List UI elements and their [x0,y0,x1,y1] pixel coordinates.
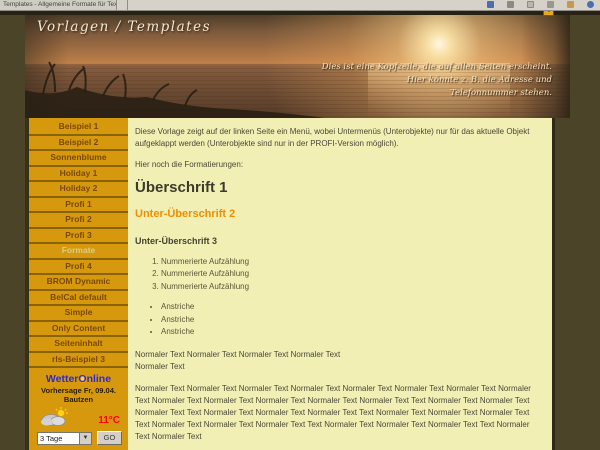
site-title: Vorlagen / Templates [37,19,211,35]
temperature: 11°C [98,415,120,426]
sidebar-item-belcal-default[interactable]: BelCal default [29,291,128,307]
brand-text: nline [87,373,112,385]
minimize-icon[interactable] [547,1,554,8]
tagline-line-2: Hier könnte z. B. die Adresse und [322,74,552,87]
numbered-list-item: Nummerierte Aufzählung [161,268,542,280]
forecast-location: Bautzen [29,395,128,404]
forecast-range-value: 3 Tage [38,433,79,444]
browser-tab-bar: Templates - Allgemeine Formate für Texte… [0,0,600,11]
go-button[interactable]: GO [97,431,122,445]
tagline-line-1: Dies ist eine Kopfzeile, die auf allen S… [322,61,552,74]
browser-tab-title: Templates - Allgemeine Formate für Texte… [3,1,117,8]
folder-icon[interactable] [567,1,574,8]
bullet-list: Anstriche Anstriche Anstriche [149,301,542,338]
sidebar-item-brom-dynamic[interactable]: BROM Dynamic [29,275,128,291]
cloud-sun-icon [39,407,71,426]
normal-text-block: Normaler Text Normaler Text Normaler Tex… [135,349,542,372]
sidebar-item-seiteninhalt[interactable]: Seiteninhalt [29,337,128,353]
sun-o-icon: O [78,374,86,386]
normal-text-paragraph: Normaler Text Normaler Text Normaler Tex… [135,383,538,443]
sidebar-menu: Beispiel 1 Beispiel 2 Sonnenblume Holida… [29,120,128,368]
browser-tab[interactable]: Templates - Allgemeine Formate für Texte… [0,0,117,10]
sidebar-item-formate[interactable]: Formate [29,244,128,260]
numbered-list: Nummerierte Aufzählung Nummerierte Aufzä… [149,256,542,293]
sidebar-item-profi-3[interactable]: Profi 3 [29,229,128,245]
bullet-list-item: Anstriche [161,326,542,338]
page-header-image: Vorlagen / Templates Dies ist eine Kopfz… [25,15,570,118]
browser-tab-stub[interactable] [114,0,128,10]
sidebar-item-rls-beispiel-3[interactable]: rls-Beispiel 3 [29,353,128,369]
sidebar-item-holiday-2[interactable]: Holiday 2 [29,182,128,198]
sidebar-item-simple[interactable]: Simple [29,306,128,322]
tagline-line-3: Telefonnummer stehen. [322,87,552,100]
layout-icon[interactable] [507,1,514,8]
sidebar-item-beispiel-1[interactable]: Beispiel 1 [29,120,128,136]
sidebar-item-beispiel-2[interactable]: Beispiel 2 [29,136,128,152]
heading-1: Überschrift 1 [135,179,542,196]
sidebar-item-only-content[interactable]: Only Content [29,322,128,338]
formats-label: Hier noch die Formatierungen: [135,160,542,169]
sidebar-item-profi-2[interactable]: Profi 2 [29,213,128,229]
sidebar-item-profi-4[interactable]: Profi 4 [29,260,128,276]
forecast-date: Vorhersage Fr, 09.04. [29,386,128,395]
sidebar-item-sonnenblume[interactable]: Sonnenblume [29,151,128,167]
normal-text-line: Normaler Text [135,362,185,371]
heading-3: Unter-Überschrift 3 [135,236,542,246]
bullet-list-item: Anstriche [161,301,542,313]
sidebar-item-profi-1[interactable]: Profi 1 [29,198,128,214]
app-icon[interactable] [487,1,494,8]
chevron-down-icon[interactable]: ▼ [79,433,91,444]
numbered-list-item: Nummerierte Aufzählung [161,281,542,293]
weather-widget: WetterOnline Vorhersage Fr, 09.04. Bautz… [29,374,128,445]
forecast-range-select[interactable]: 3 Tage ▼ [37,432,92,445]
heading-2: Unter-Überschrift 2 [135,208,542,220]
intro-paragraph: Diese Vorlage zeigt auf der linken Seite… [135,126,534,150]
wetteronline-logo[interactable]: WetterOnline [29,374,128,386]
browser-toolbar [487,1,594,8]
window-icon[interactable] [527,1,534,8]
dune-grass-silhouette [25,60,325,118]
sidebar: Beispiel 1 Beispiel 2 Sonnenblume Holida… [25,118,128,450]
sidebar-item-holiday-1[interactable]: Holiday 1 [29,167,128,183]
header-tagline: Dies ist eine Kopfzeile, die auf allen S… [322,61,552,101]
website-page: Vorlagen / Templates Dies ist eine Kopfz… [25,15,570,118]
normal-text-line: Normaler Text Normaler Text Normaler Tex… [135,350,340,359]
numbered-list-item: Nummerierte Aufzählung [161,256,542,268]
bullet-list-item: Anstriche [161,314,542,326]
brand-text: Wetter [46,373,78,385]
main-content: Diese Vorlage zeigt auf der linken Seite… [128,118,555,450]
page-body: Beispiel 1 Beispiel 2 Sonnenblume Holida… [25,118,555,450]
help-icon[interactable] [587,1,594,8]
